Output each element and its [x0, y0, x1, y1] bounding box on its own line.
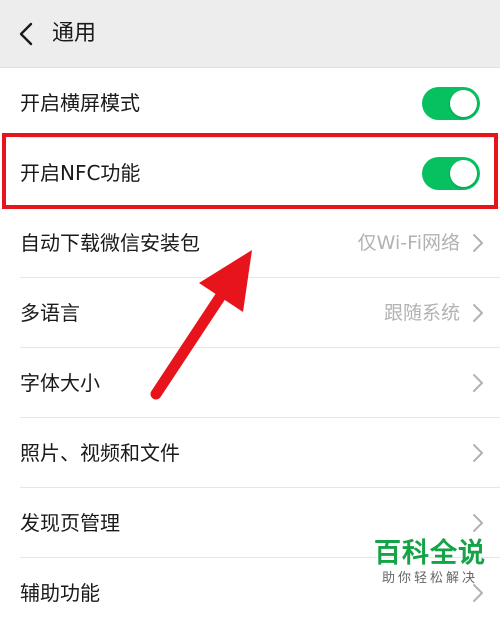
setting-label: 照片、视频和文件: [20, 441, 180, 465]
back-button[interactable]: [6, 14, 46, 54]
setting-label: 辅助功能: [20, 581, 100, 605]
setting-label: 开启横屏模式: [20, 91, 140, 115]
setting-value: 跟随系统: [383, 302, 460, 324]
toggle-knob: [450, 90, 477, 117]
nfc-toggle[interactable]: [422, 157, 480, 190]
setting-language[interactable]: 多语言 跟随系统: [0, 278, 500, 348]
watermark-slogan: 助你轻松解决: [381, 571, 478, 586]
chevron-right-icon: [473, 234, 483, 252]
setting-label: 自动下载微信安装包: [20, 231, 200, 255]
watermark: 百科全说 助你轻松解决: [374, 538, 486, 588]
setting-auto-download[interactable]: 自动下载微信安装包 仅Wi-Fi网络: [0, 208, 500, 278]
chevron-left-icon: [19, 22, 33, 46]
setting-nfc[interactable]: 开启NFC功能: [0, 138, 500, 208]
setting-label: 开启NFC功能: [20, 161, 141, 185]
chevron-right-icon: [473, 374, 483, 392]
chevron-right-icon: [473, 514, 483, 532]
setting-label: 字体大小: [20, 371, 100, 395]
setting-landscape-mode[interactable]: 开启横屏模式: [0, 68, 500, 138]
landscape-mode-toggle[interactable]: [422, 87, 480, 120]
setting-value: 仅Wi-Fi网络: [357, 232, 460, 254]
chevron-right-icon: [473, 304, 483, 322]
chevron-right-icon: [473, 444, 483, 462]
setting-font-size[interactable]: 字体大小: [0, 348, 500, 418]
toggle-knob: [450, 160, 477, 187]
nav-header: 通用: [0, 0, 500, 68]
setting-label: 发现页管理: [20, 511, 120, 535]
watermark-brand: 百科全说: [374, 538, 486, 569]
setting-media-files[interactable]: 照片、视频和文件: [0, 418, 500, 488]
page-title: 通用: [52, 21, 97, 46]
setting-label: 多语言: [20, 301, 80, 325]
